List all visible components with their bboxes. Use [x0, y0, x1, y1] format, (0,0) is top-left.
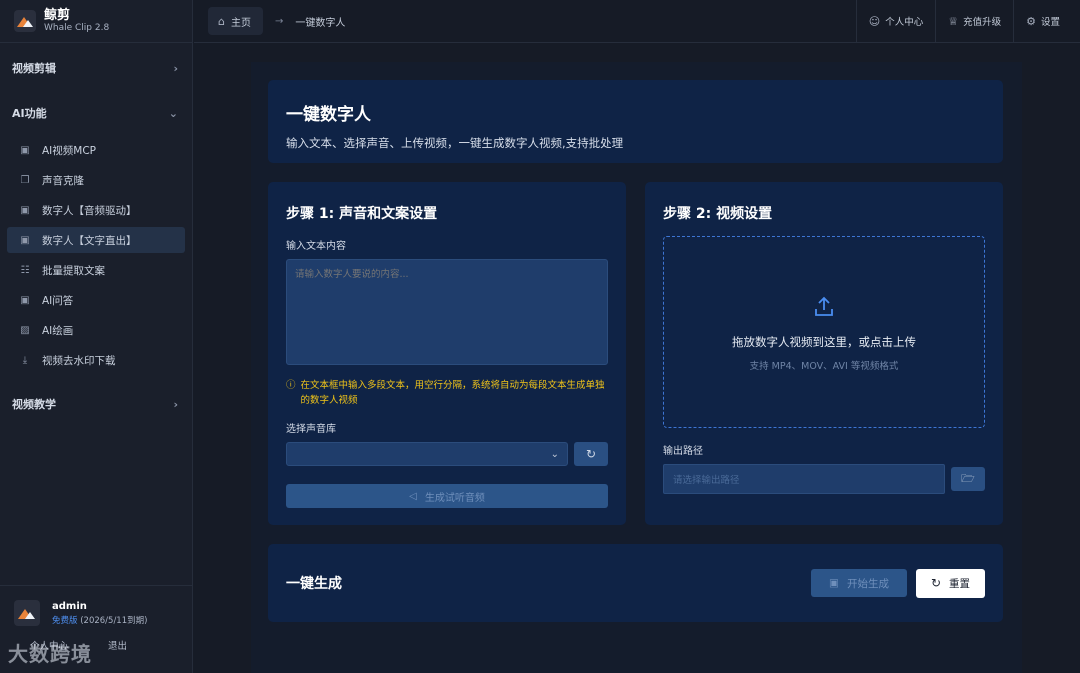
sidebar-item-label: 声音克隆 [42, 174, 84, 187]
refresh-voice-button[interactable]: ↻ [574, 442, 608, 466]
step2-title: 步骤 2: 视频设置 [663, 206, 773, 222]
app-logo-icon [14, 10, 36, 32]
breadcrumb-home-label: 主页 [230, 17, 251, 29]
sidebar-item-label: AI问答 [42, 294, 74, 307]
generate-card: 一键生成 ▣ 开始生成 ↻ 重置 [268, 544, 1003, 622]
chevron-down-icon: ⌄ [550, 448, 559, 460]
doc-icon: ▣ [20, 234, 30, 246]
main-content: 一键数字人 输入文本、选择声音、上传视频，一键生成数字人视频,支持批处理 步骤 … [251, 62, 1022, 673]
image-icon: ▨ [20, 324, 30, 336]
generate-title: 一键生成 [286, 576, 342, 592]
upgrade-label: 充值升级 [963, 17, 1002, 28]
step2-card: 步骤 2: 视频设置 拖放数字人视频到这里，或点击上传 支持 MP4、MOV、A… [645, 182, 1003, 525]
sidebar-item-batch-extract[interactable]: ☷ 批量提取文案 [7, 257, 185, 283]
sidebar: 鲸剪 Whale Clip 2.8 视频剪辑 › AI功能 ⌄ ▣ AI视频MC… [0, 0, 193, 673]
multi-text-hint: ⓘ 在文本框中输入多段文本，用空行分隔，系统将自动为每段文本生成单独的数字人视频 [286, 378, 608, 408]
page-title: 一键数字人 [286, 105, 371, 125]
sidebar-item-ai-drawing[interactable]: ▨ AI绘画 [7, 317, 185, 343]
avatar [14, 600, 40, 626]
sidebar-item-digital-human-audio[interactable]: ▣ 数字人【音频驱动】 [7, 197, 185, 223]
sidebar-item-label: 视频去水印下载 [42, 354, 116, 367]
settings-button[interactable]: ⚙ 设置 [1013, 0, 1080, 43]
doc-icon: ▣ [20, 204, 30, 216]
generate-preview-audio-button[interactable]: ◁ 生成试听音频 [286, 484, 608, 508]
file-icon: ☷ [20, 264, 30, 276]
sidebar-item-label: AI视频MCP [42, 144, 97, 157]
video-icon: ▣ [829, 577, 839, 589]
hint-text: 在文本框中输入多段文本，用空行分隔，系统将自动为每段文本生成单独的数字人视频 [300, 380, 605, 406]
sidebar-item-digital-human-text[interactable]: ▣ 数字人【文字直出】 [7, 227, 185, 253]
logout-link[interactable]: 退出 [108, 638, 127, 652]
profile-link[interactable]: 个人中心 [30, 638, 68, 652]
sidebar-item-voice-clone[interactable]: ❐ 声音克隆 [7, 167, 185, 193]
dropzone-text: 拖放数字人视频到这里，或点击上传 [732, 335, 916, 349]
voice-label: 选择声音库 [286, 424, 336, 435]
doc-icon: ▣ [20, 294, 30, 306]
sidebar-section-tutorial[interactable]: 视频教学 › [0, 379, 192, 429]
doc-icon: ▣ [20, 144, 30, 156]
plan-expiry: (2026/5/11到期) [80, 615, 148, 626]
refresh-icon: ↻ [585, 447, 597, 461]
download-icon: ⤓ [22, 354, 28, 366]
chevron-right-icon: › [173, 61, 178, 75]
breadcrumb-home[interactable]: ⌂ 主页 [208, 7, 263, 35]
output-path-label: 输出路径 [663, 446, 703, 457]
breadcrumb-current: 一键数字人 [295, 17, 346, 29]
sidebar-item-ai-video-mcp[interactable]: ▣ AI视频MCP [7, 137, 185, 163]
text-content-input[interactable] [286, 259, 608, 365]
hero-card: 一键数字人 输入文本、选择声音、上传视频，一键生成数字人视频,支持批处理 [268, 80, 1003, 163]
copy-icon: ❐ [20, 174, 30, 186]
dropzone-formats: 支持 MP4、MOV、AVI 等视频格式 [749, 361, 899, 372]
sidebar-item-watermark-download[interactable]: ⤓ 视频去水印下载 [7, 347, 185, 373]
user-name: admin [52, 600, 87, 612]
user-plan: 免费版 (2026/5/11到期) [52, 614, 147, 626]
crown-icon: ♕ [948, 14, 959, 28]
app-version: Whale Clip 2.8 [44, 23, 110, 33]
profile-label: 个人中心 [885, 17, 924, 28]
output-path-input[interactable]: 请选择输出路径 [663, 464, 945, 494]
chevron-right-icon: › [173, 397, 178, 411]
chevron-down-icon: ⌄ [168, 106, 178, 120]
reset-button[interactable]: ↻ 重置 [916, 568, 985, 598]
profile-button[interactable]: ☺ 个人中心 [855, 0, 935, 43]
gear-icon: ⚙ [1026, 14, 1036, 28]
sidebar-item-label: 数字人【文字直出】 [42, 234, 137, 247]
folder-icon: 🗁 [961, 471, 975, 485]
text-label: 输入文本内容 [286, 241, 346, 252]
page-subtitle: 输入文本、选择声音、上传视频，一键生成数字人视频,支持批处理 [286, 136, 624, 150]
user-icon: ☺ [868, 14, 881, 28]
step1-card: 步骤 1: 声音和文案设置 输入文本内容 ⓘ 在文本框中输入多段文本，用空行分隔… [268, 182, 626, 525]
speaker-icon: ◁ [409, 490, 417, 502]
app-name: 鲸剪 [44, 8, 71, 23]
settings-label: 设置 [1040, 17, 1060, 28]
start-generate-label: 开始生成 [846, 577, 889, 590]
plan-badge: 免费版 [52, 615, 78, 626]
user-area: admin 免费版 (2026/5/11到期) 个人中心 退出 [0, 585, 193, 673]
upgrade-button[interactable]: ♕ 充值升级 [935, 0, 1013, 43]
sidebar-item-ai-qa[interactable]: ▣ AI问答 [7, 287, 185, 313]
section-label: 视频教学 [12, 398, 56, 411]
generate-preview-label: 生成试听音频 [424, 492, 485, 504]
video-dropzone[interactable]: 拖放数字人视频到这里，或点击上传 支持 MP4、MOV、AVI 等视频格式 [663, 236, 985, 428]
browse-folder-button[interactable]: 🗁 [951, 467, 985, 491]
sidebar-item-label: AI绘画 [42, 324, 74, 337]
sidebar-item-label: 批量提取文案 [42, 264, 105, 277]
sidebar-section-video-edit[interactable]: 视频剪辑 › [0, 43, 192, 93]
breadcrumb-arrow-icon: → [274, 15, 284, 27]
reset-label: 重置 [949, 577, 971, 590]
home-icon: ⌂ [218, 14, 225, 28]
topbar: ⌂ 主页 → 一键数字人 ☺ 个人中心 ♕ 充值升级 ⚙ 设置 [194, 0, 1080, 43]
start-generate-button[interactable]: ▣ 开始生成 [811, 569, 907, 597]
voice-library-select[interactable]: ⌄ [286, 442, 568, 466]
section-label: AI功能 [12, 107, 47, 120]
info-icon: ⓘ [286, 380, 296, 391]
step1-title: 步骤 1: 声音和文案设置 [286, 206, 438, 222]
brand[interactable]: 鲸剪 Whale Clip 2.8 [0, 0, 192, 43]
sidebar-item-label: 数字人【音频驱动】 [42, 204, 137, 217]
reset-icon: ↻ [930, 576, 942, 590]
sidebar-section-ai[interactable]: AI功能 ⌄ [0, 93, 192, 133]
output-path-placeholder: 请选择输出路径 [673, 475, 740, 486]
upload-icon [815, 296, 833, 316]
section-label: 视频剪辑 [12, 62, 56, 75]
